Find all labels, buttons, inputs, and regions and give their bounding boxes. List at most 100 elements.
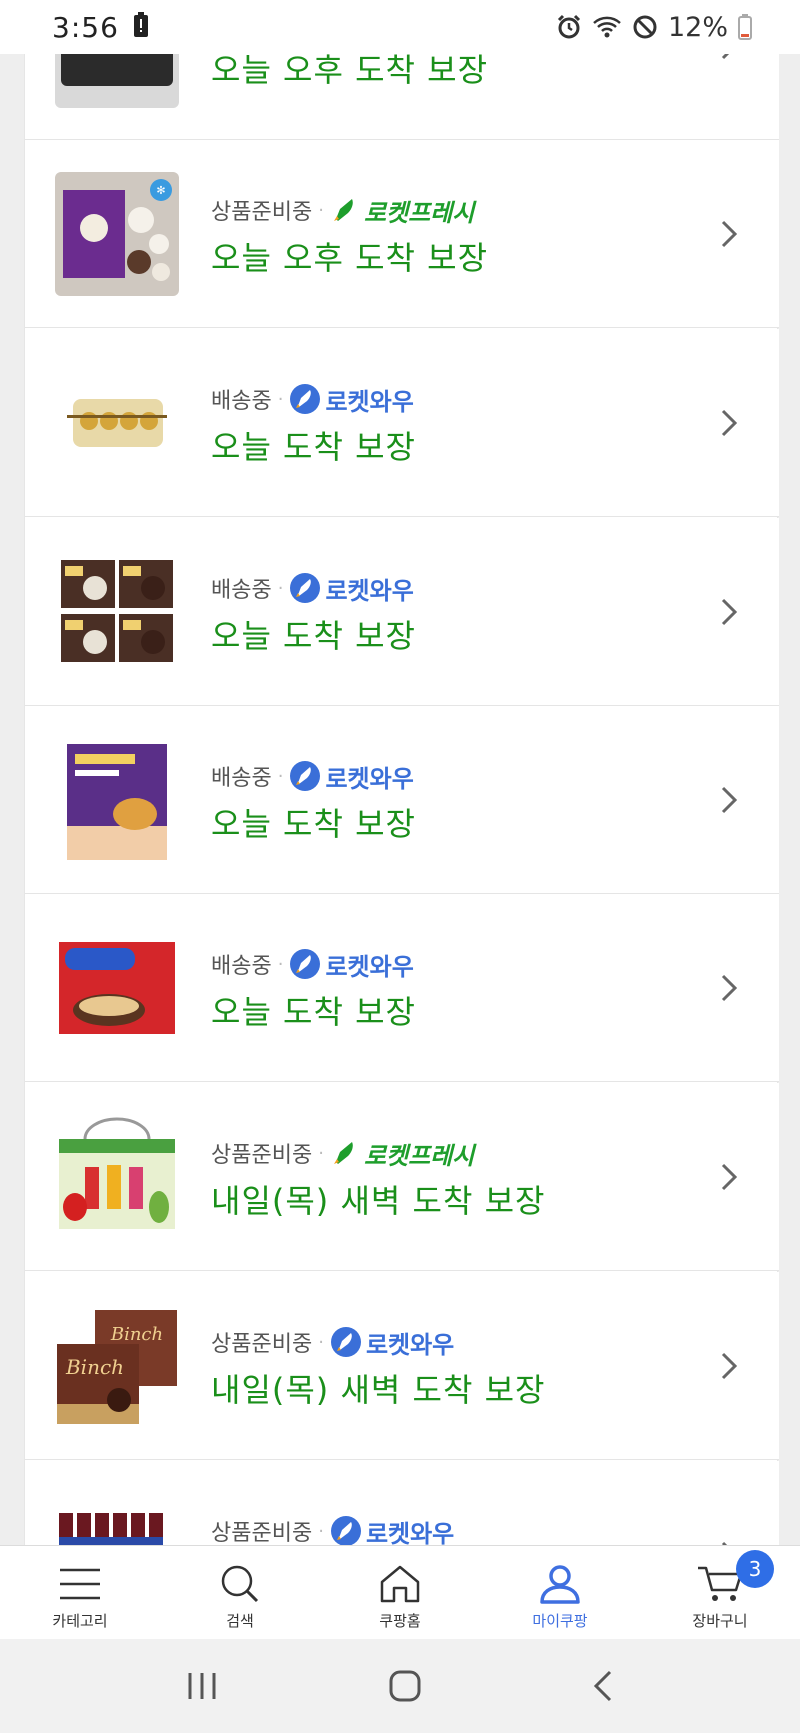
order-row[interactable]: Binch Binch 상품준비중 · 로켓와우 내일(목) 새벽 도착 보장 <box>25 1272 779 1460</box>
rocket-wow-badge: 로켓와우 <box>289 382 414 417</box>
separator-dot: · <box>277 953 284 975</box>
do-not-disturb-icon <box>632 14 658 40</box>
order-row[interactable]: 배송중 · 로켓와우 오늘 도착 보장 <box>25 329 779 517</box>
alarm-icon <box>556 14 582 40</box>
status-line: 배송중 · 로켓와우 <box>211 947 416 981</box>
battery-icon <box>738 14 752 40</box>
badge-text: 로켓프레시 <box>363 1141 475 1170</box>
order-list: 오늘 오후 도착 보장 ✻ 상품준비중 · 로켓프레시 오늘 오후 도착 보장 <box>24 0 779 1649</box>
rocket-fresh-badge: 로켓프레시 <box>330 193 474 228</box>
order-row[interactable]: 상품준비중 · 로켓프레시 내일(목) 새벽 도착 보장 <box>25 1083 779 1271</box>
nav-my-coupang[interactable]: 마이쿠팡 <box>480 1546 640 1639</box>
arrival-text: 내일(목) 새벽 도착 보장 <box>211 1371 546 1409</box>
order-row[interactable]: 배송중 · 로켓와우 오늘 도착 보장 <box>25 518 779 706</box>
nav-label: 마이쿠팡 <box>532 1612 588 1630</box>
product-thumbnail <box>55 1115 179 1239</box>
home-button-icon[interactable] <box>388 1669 422 1703</box>
rocket-wow-badge: 로켓와우 <box>289 571 414 606</box>
status-time: 3:56 <box>52 10 119 44</box>
rocket-wow-icon <box>290 761 321 791</box>
badge-text: 로켓프레시 <box>363 198 475 227</box>
chevron-right-icon <box>721 786 738 814</box>
status-left: 3:56 <box>52 11 151 44</box>
nav-home[interactable]: 쿠팡홈 <box>320 1546 480 1639</box>
recent-apps-icon[interactable] <box>184 1670 220 1702</box>
arrival-text: 내일(목) 새벽 도착 보장 <box>211 1182 546 1220</box>
status-line: 상품준비중 · 로켓프레시 <box>211 193 488 227</box>
bottom-nav: 카테고리 검색 쿠팡홈 마이쿠팡 장바구니 3 <box>0 1545 800 1639</box>
chevron-right-icon <box>721 598 738 626</box>
nav-label: 카테고리 <box>52 1612 108 1630</box>
battery-percent: 12% <box>667 11 728 43</box>
arrival-text: 오늘 오후 도착 보장 <box>211 239 489 277</box>
nav-category[interactable]: 카테고리 <box>0 1546 160 1639</box>
separator-dot: · <box>318 199 324 221</box>
row-text: 배송중 · 로켓와우 오늘 도착 보장 <box>211 947 416 1033</box>
separator-dot: · <box>277 577 284 599</box>
badge-text: 로켓와우 <box>325 764 414 793</box>
back-icon[interactable] <box>590 1669 616 1703</box>
product-thumbnail <box>55 550 179 674</box>
rocket-wow-badge: 로켓와우 <box>330 1325 454 1360</box>
home-icon <box>380 1565 420 1603</box>
cart-count-badge: 3 <box>736 1550 774 1588</box>
arrival-text: 오늘 도착 보장 <box>211 617 416 655</box>
rocket-wow-badge: 로켓와우 <box>289 759 414 794</box>
order-row[interactable]: 배송중 · 로켓와우 오늘 도착 보장 <box>25 706 779 894</box>
arrival-text: 오늘 도착 보장 <box>211 805 416 843</box>
status-bar: 3:56 12% <box>0 0 800 54</box>
chevron-right-icon <box>721 1163 738 1191</box>
shipping-status: 상품준비중 <box>211 1332 313 1357</box>
status-line: 상품준비중 · 로켓와우 <box>211 1325 545 1359</box>
order-row[interactable]: 배송중 · 로켓와우 오늘 도착 보장 <box>25 894 779 1082</box>
separator-dot: · <box>277 388 284 410</box>
row-text: 배송중 · 로켓와우 오늘 도착 보장 <box>211 382 416 468</box>
badge-text: 로켓와우 <box>325 952 414 981</box>
separator-dot: · <box>277 765 284 787</box>
rocket-wow-badge: 로켓와우 <box>289 947 414 982</box>
arrival-text: 오늘 도착 보장 <box>211 428 416 466</box>
svg-text:Binch: Binch <box>110 1324 163 1345</box>
row-text: 상품준비중 · 로켓프레시 내일(목) 새벽 도착 보장 <box>211 1136 545 1222</box>
shipping-status: 상품준비중 <box>211 1521 313 1546</box>
separator-dot: · <box>318 1520 324 1542</box>
row-text: 상품준비중 · 로켓프레시 오늘 오후 도착 보장 <box>211 193 488 279</box>
search-icon <box>221 1565 259 1603</box>
chevron-right-icon <box>721 974 738 1002</box>
rocket-wow-icon <box>330 1327 361 1357</box>
shipping-status: 상품준비중 <box>211 1143 313 1168</box>
nav-search[interactable]: 검색 <box>160 1546 320 1639</box>
arrival-text: 오늘 도착 보장 <box>211 993 416 1031</box>
shipping-status: 배송중 <box>211 389 272 414</box>
product-thumbnail: ✻ <box>55 172 179 296</box>
system-nav-bar <box>0 1639 800 1733</box>
badge-text: 로켓와우 <box>365 1519 455 1548</box>
product-thumbnail <box>55 926 179 1050</box>
shipping-status: 배송중 <box>211 578 272 603</box>
nav-label: 검색 <box>226 1612 254 1630</box>
chevron-right-icon <box>721 1352 738 1380</box>
row-text: 상품준비중 · 로켓와우 내일(목) 새벽 도착 보장 <box>211 1325 545 1411</box>
status-line: 배송중 · 로켓와우 <box>211 382 416 416</box>
svg-text:✻: ✻ <box>156 184 165 197</box>
rocket-wow-badge: 로켓와우 <box>330 1514 454 1549</box>
rocket-wow-icon <box>290 949 321 979</box>
shipping-status: 배송중 <box>211 954 272 979</box>
status-line: 상품준비중 · 로켓와우 <box>211 1514 454 1548</box>
badge-text: 로켓와우 <box>325 576 414 605</box>
rocket-wow-icon <box>290 573 321 603</box>
row-text: 배송중 · 로켓와우 오늘 도착 보장 <box>211 759 416 845</box>
rocket-wow-icon <box>290 384 321 414</box>
order-row[interactable]: ✻ 상품준비중 · 로켓프레시 오늘 오후 도착 보장 <box>25 140 779 328</box>
separator-dot: · <box>318 1331 324 1353</box>
chevron-right-icon <box>721 220 738 248</box>
battery-alert-icon <box>131 12 151 42</box>
badge-text: 로켓와우 <box>365 1330 455 1359</box>
shipping-status: 상품준비중 <box>211 200 313 225</box>
status-line: 배송중 · 로켓와우 <box>211 759 416 793</box>
chevron-right-icon <box>721 409 738 437</box>
nav-label: 쿠팡홈 <box>379 1612 421 1630</box>
status-right: 12% <box>556 12 752 43</box>
menu-icon <box>60 1568 100 1600</box>
nav-cart[interactable]: 장바구니 3 <box>640 1546 800 1639</box>
